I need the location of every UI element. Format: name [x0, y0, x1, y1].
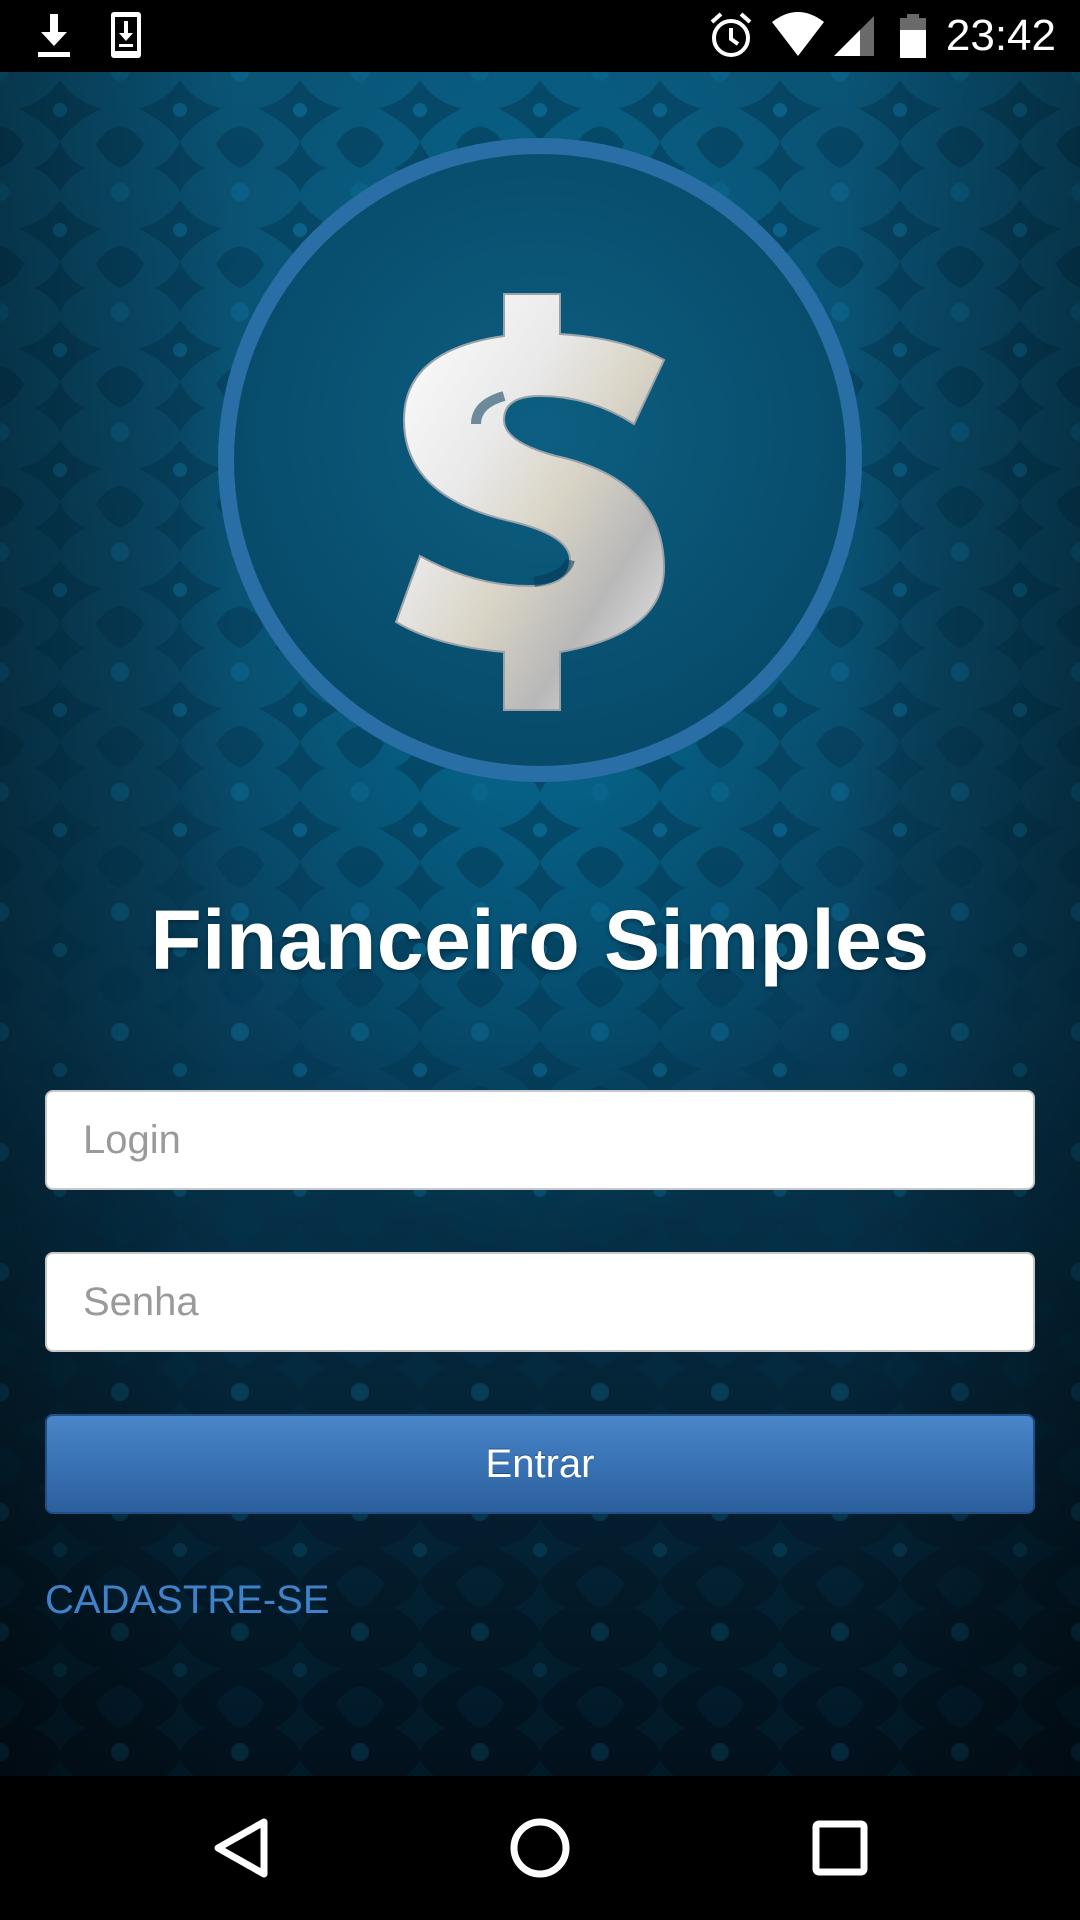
app-logo: [218, 138, 862, 782]
login-button[interactable]: Entrar: [45, 1414, 1035, 1514]
status-bar: 23:42: [0, 0, 1080, 72]
navigation-bar: [0, 1776, 1080, 1920]
home-icon[interactable]: [460, 1776, 620, 1920]
back-icon[interactable]: [160, 1776, 320, 1920]
login-screen: 23:42 Financeiro Simples Login Entrar CA…: [0, 0, 1080, 1920]
download-box-icon: [111, 12, 141, 58]
signup-link[interactable]: CADASTRE-SE: [45, 1578, 330, 1623]
download-icon: [38, 14, 70, 57]
recents-icon[interactable]: [760, 1776, 920, 1920]
wifi-icon: [772, 12, 824, 56]
app-title: Financeiro Simples: [150, 893, 930, 987]
signal-icon: [834, 16, 874, 56]
alarm-icon: [710, 12, 752, 57]
battery-icon: [900, 14, 926, 58]
login-input[interactable]: [45, 1090, 1035, 1190]
status-time: 23:42: [945, 11, 1056, 60]
password-input[interactable]: [45, 1252, 1035, 1352]
app-content: Financeiro Simples Entrar CADASTRE-SE: [0, 72, 1080, 1776]
